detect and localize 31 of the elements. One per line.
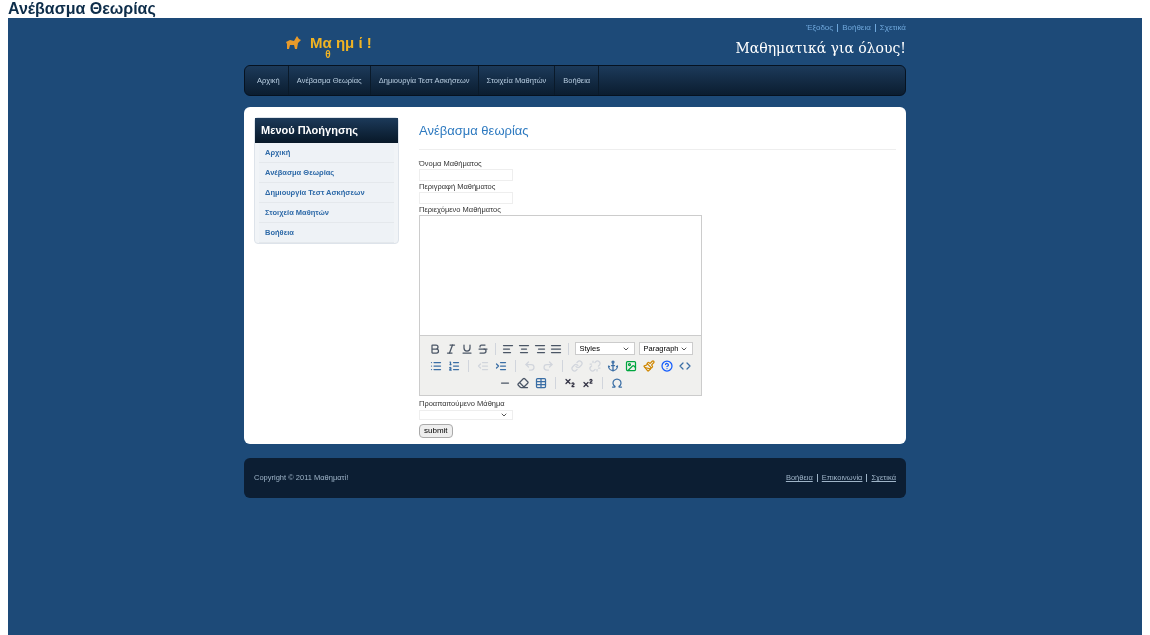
bullet-list-icon[interactable] — [430, 360, 442, 373]
form-title: Ανέβασμα θεωρίας — [419, 117, 896, 150]
underline-icon[interactable] — [460, 342, 473, 355]
align-right-icon[interactable] — [533, 342, 546, 355]
numbered-list-icon[interactable] — [448, 360, 460, 373]
subscript-icon[interactable] — [563, 377, 576, 390]
sidebar-title: Μενού Πλοήγησης — [255, 118, 398, 143]
help-icon[interactable] — [661, 360, 673, 373]
header-link[interactable]: Σχετικά — [879, 22, 906, 34]
eraser-icon[interactable] — [516, 377, 529, 390]
superscript-icon[interactable] — [581, 377, 594, 390]
strikethrough-icon[interactable] — [476, 342, 489, 355]
dog-icon — [284, 34, 302, 50]
omega-icon[interactable] — [610, 377, 623, 390]
align-left-icon[interactable] — [501, 342, 514, 355]
image-icon[interactable] — [625, 360, 637, 373]
table-icon[interactable] — [534, 377, 547, 390]
logo-letter: θ — [325, 50, 331, 60]
header-link[interactable]: Έξοδος — [806, 22, 834, 34]
align-justify-icon[interactable] — [549, 342, 562, 355]
align-center-icon[interactable] — [517, 342, 530, 355]
brush-icon[interactable] — [643, 360, 655, 373]
header-link[interactable]: Βοήθεια — [842, 22, 871, 34]
logo[interactable]: Μα ημ ί ! — [310, 34, 372, 50]
page-caption: Ανέβασμα Θεωρίας — [8, 1, 156, 17]
italic-icon[interactable] — [444, 342, 457, 355]
submit-button[interactable]: submit — [419, 423, 453, 438]
bold-icon[interactable] — [428, 342, 441, 355]
indent-icon[interactable] — [495, 360, 507, 373]
tagline: Μαθηματικά για όλους! — [735, 39, 906, 58]
anchor-icon[interactable] — [607, 360, 619, 373]
